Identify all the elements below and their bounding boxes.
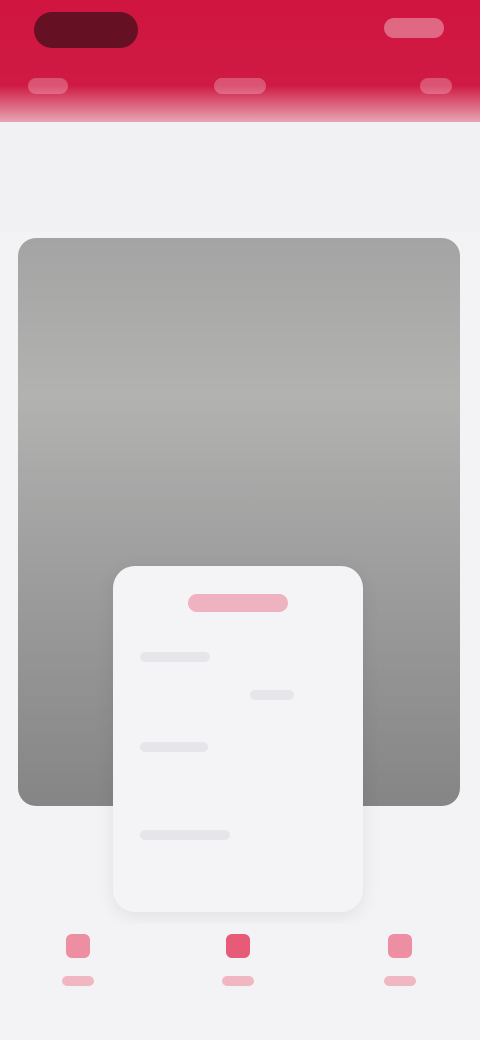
app-header [0, 0, 480, 122]
header-tab-2[interactable] [214, 78, 266, 94]
content-top-band [0, 122, 480, 232]
header-brand-pill[interactable] [34, 12, 138, 48]
nav-1-icon [66, 934, 90, 958]
header-action-button[interactable] [384, 18, 444, 38]
bottom-nav-item-2[interactable] [218, 934, 258, 998]
header-tab-3[interactable] [420, 78, 452, 94]
nav-3-label [384, 976, 416, 986]
header-tab-1[interactable] [28, 78, 68, 94]
nav-3-icon [388, 934, 412, 958]
popup-card[interactable] [113, 566, 363, 912]
popup-decoration [250, 690, 294, 700]
popup-item-1[interactable] [140, 652, 210, 662]
nav-2-label [222, 976, 254, 986]
popup-title [188, 594, 288, 612]
nav-1-label [62, 976, 94, 986]
nav-2-icon [226, 934, 250, 958]
popup-item-3[interactable] [140, 830, 230, 840]
bottom-nav-item-3[interactable] [380, 934, 420, 998]
bottom-nav-item-1[interactable] [58, 934, 98, 998]
popup-item-2[interactable] [140, 742, 208, 752]
